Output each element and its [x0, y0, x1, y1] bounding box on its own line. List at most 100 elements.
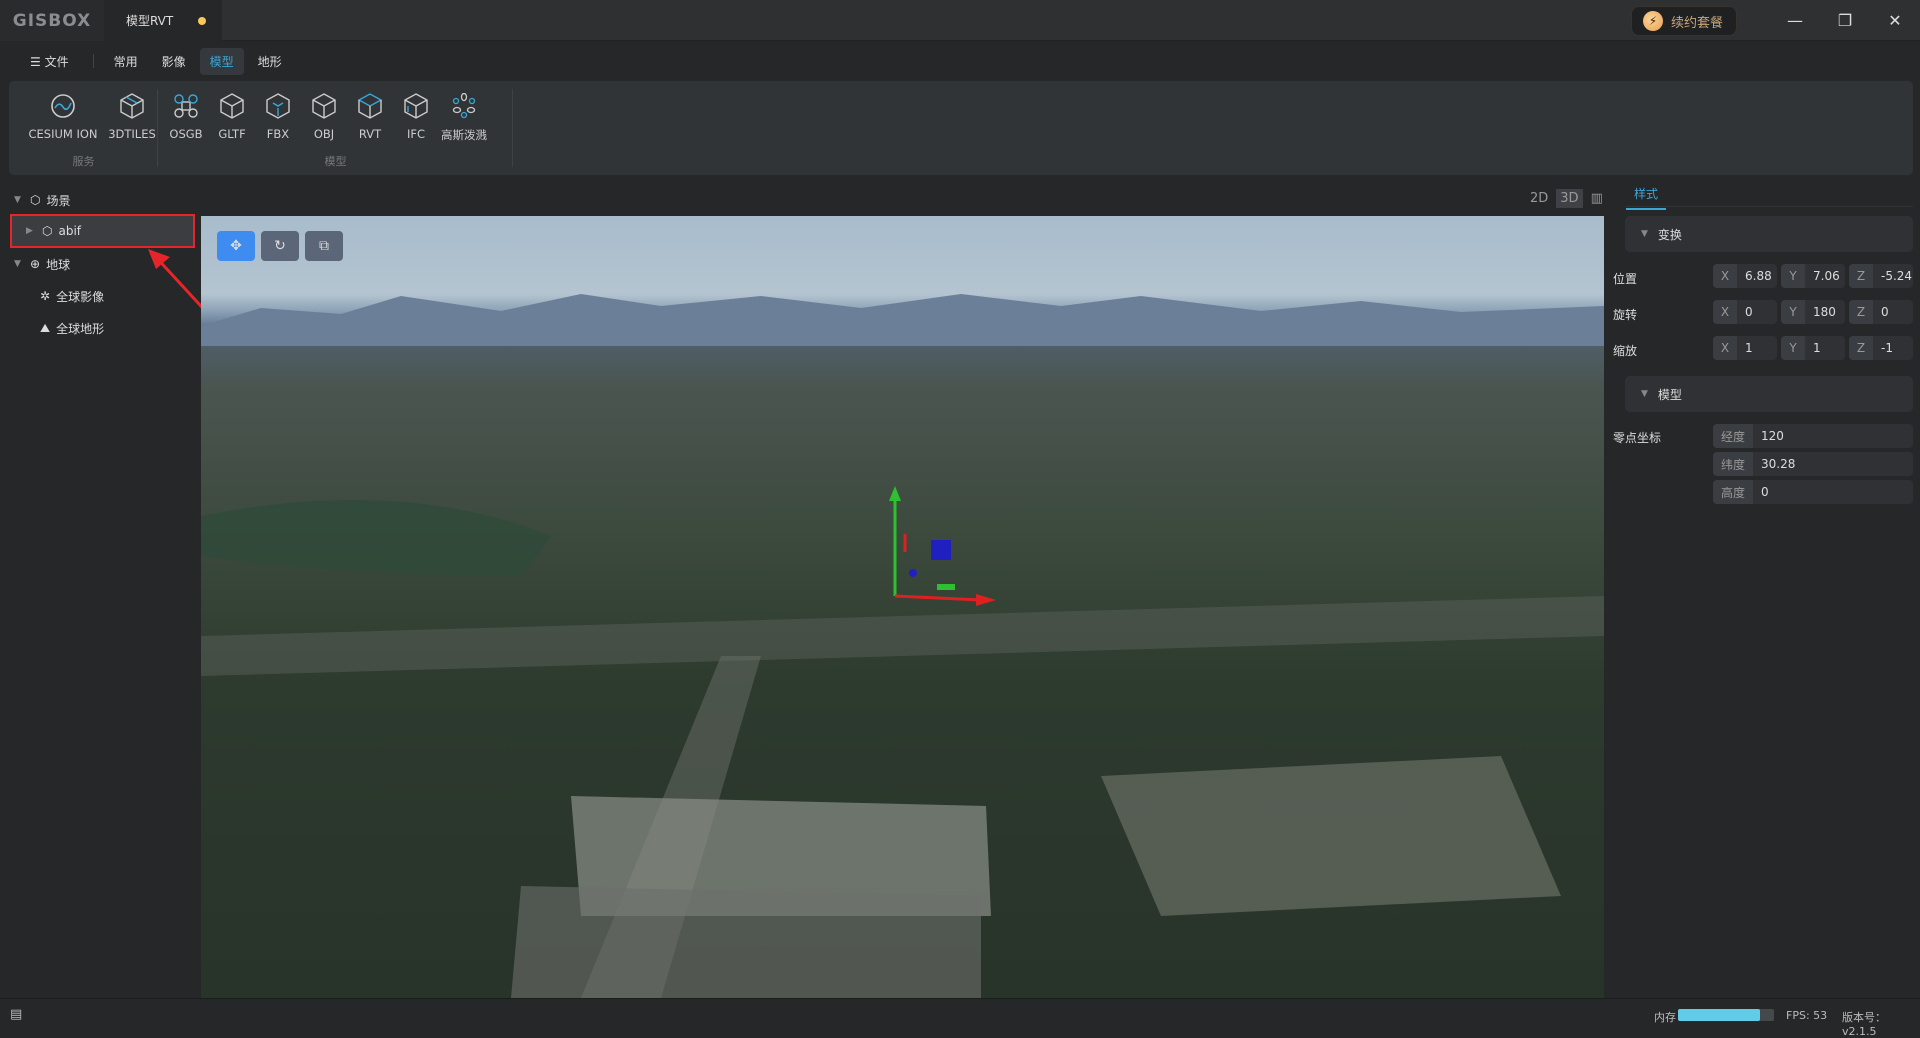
title-bar: GISBOX 模型RVT ⚡ 续约套餐 — ❐ ✕	[0, 0, 1920, 41]
move-icon: ✥	[230, 238, 242, 254]
minimize-button[interactable]: —	[1783, 8, 1807, 32]
tree-label: 场景	[46, 193, 71, 208]
hamburger-icon: ☰	[30, 54, 45, 69]
tree-label: 地球	[46, 257, 71, 272]
longitude-field[interactable]: 经度 120	[1713, 424, 1913, 448]
log-icon[interactable]: ▤	[10, 1007, 22, 1022]
latitude-field[interactable]: 纬度 30.28	[1713, 452, 1913, 476]
cube-icon: ⬡	[30, 193, 41, 207]
file-menu[interactable]: ☰ 文件	[20, 48, 79, 75]
field-value: 0	[1745, 305, 1753, 319]
tree-label: 全球地形	[56, 321, 105, 336]
scale-z-field[interactable]: Z -1	[1849, 336, 1913, 360]
section-title: 模型	[1657, 387, 1682, 402]
cube-icon	[101, 91, 163, 121]
tree-label: abif	[58, 224, 82, 238]
axis-label: X	[1713, 264, 1737, 288]
field-value: 120	[1761, 429, 1784, 443]
satellite-icon: ✲	[40, 289, 51, 303]
3dtiles-button[interactable]: 3DTILES	[101, 91, 163, 141]
axis-label: Y	[1781, 300, 1805, 324]
axis-label: X	[1713, 336, 1737, 360]
scale-y-field[interactable]: Y1	[1781, 336, 1845, 360]
button-label: 高斯泼溅	[441, 128, 487, 142]
section-model[interactable]: ▼ 模型	[1625, 376, 1913, 412]
split-view-button[interactable]: ▥	[1587, 189, 1607, 208]
tree-node-scene[interactable]: ▼ ⬡ 场景	[14, 185, 71, 215]
renew-plan-button[interactable]: ⚡ 续约套餐	[1631, 6, 1737, 36]
caret-down-icon[interactable]: ▼	[14, 195, 24, 205]
version-label: 版本号：v2.1.5	[1842, 1011, 1886, 1038]
restore-button[interactable]: ❐	[1833, 8, 1857, 32]
tab-terrain[interactable]: 地形	[248, 48, 292, 75]
tree-node-globe[interactable]: ▼ ⊕ 地球	[14, 249, 70, 279]
memory-bar	[1678, 1009, 1774, 1021]
field-key: 经度	[1713, 424, 1753, 448]
rotation-z-field[interactable]: Z0	[1849, 300, 1913, 324]
app-logo: GISBOX	[0, 0, 104, 41]
gizmo-x-axis	[894, 594, 982, 602]
tree-node-model[interactable]: ▶ ⬡ abif	[10, 214, 195, 248]
origin-label: 零点坐标	[1613, 431, 1662, 445]
scale-label: 缩放	[1613, 344, 1638, 358]
field-value: 0	[1761, 485, 1769, 499]
fps-readout: FPS: 53	[1786, 1009, 1828, 1022]
gaussian-splat-button[interactable]: 高斯泼溅	[433, 91, 495, 143]
document-tab[interactable]: 模型RVT	[104, 0, 222, 41]
field-value: 180	[1813, 305, 1836, 319]
tab-model[interactable]: 模型	[199, 47, 244, 75]
move-tool-button[interactable]: ✥	[217, 231, 255, 261]
field-key: 纬度	[1713, 452, 1753, 476]
rotation-x-field[interactable]: X0	[1713, 300, 1777, 324]
caret-down-icon: ▼	[1641, 389, 1648, 399]
rotation-y-field[interactable]: Y 180	[1781, 300, 1845, 324]
group-label-service: 服务	[72, 155, 95, 168]
tree-label: 全球影像	[56, 289, 105, 304]
memory-label: 内存	[1654, 1011, 1676, 1024]
mode-2d-button[interactable]: 2D	[1526, 189, 1552, 208]
status-bar: ▤ 内存 FPS: 53 版本号：v2.1.5	[0, 998, 1920, 1038]
position-x-field[interactable]: X 6.88	[1713, 264, 1777, 288]
position-y-field[interactable]: Y 7.06	[1781, 264, 1845, 288]
field-value: -5.24	[1881, 269, 1913, 283]
field-value: 1	[1813, 341, 1821, 355]
mountain-icon: ⛰	[40, 320, 51, 335]
tree-node-imagery[interactable]: ✲ 全球影像	[40, 281, 104, 311]
renew-label: 续约套餐	[1671, 15, 1724, 31]
unsaved-dot-icon	[198, 17, 206, 25]
memory-bar-fill	[1678, 1009, 1760, 1021]
menu-bar: ☰ 文件 常用 影像 模型 地形	[0, 41, 1920, 81]
axis-label: Y	[1781, 336, 1805, 360]
cesium-icon	[23, 91, 103, 121]
caret-down-icon[interactable]: ▼	[14, 259, 24, 269]
3d-viewport[interactable]: ✥ ↻ ⧉	[201, 216, 1604, 998]
file-label: 文件	[44, 54, 69, 69]
section-title: 变换	[1657, 227, 1682, 242]
height-field[interactable]: 高度 0	[1713, 480, 1913, 504]
position-z-field[interactable]: Z -5.24	[1849, 264, 1913, 288]
cube-icon: ⬡	[42, 224, 53, 238]
section-transform[interactable]: ▼ 变换	[1625, 216, 1913, 252]
scale-x-field[interactable]: X1	[1713, 336, 1777, 360]
field-value: 30.28	[1761, 457, 1796, 471]
mode-3d-button[interactable]: 3D	[1556, 189, 1583, 208]
close-button[interactable]: ✕	[1883, 8, 1907, 32]
terrain-scene	[201, 294, 1604, 998]
tab-common[interactable]: 常用	[104, 48, 148, 75]
cesium-ion-button[interactable]: CESIUM ION	[23, 91, 103, 141]
scale-icon: ⧉	[319, 238, 329, 254]
field-key: 高度	[1713, 480, 1753, 504]
rotate-tool-button[interactable]: ↻	[261, 231, 299, 261]
caret-right-icon[interactable]: ▶	[26, 226, 36, 236]
splat-icon	[433, 91, 495, 121]
field-value: -1	[1881, 341, 1893, 355]
field-value: 0	[1881, 305, 1889, 319]
divider	[92, 54, 94, 68]
field-value: 7.06	[1813, 269, 1840, 283]
tab-imagery[interactable]: 影像	[152, 48, 196, 75]
divider	[1626, 206, 1913, 207]
gizmo-plane-handle	[931, 540, 951, 560]
position-label: 位置	[1613, 272, 1638, 286]
scale-tool-button[interactable]: ⧉	[305, 231, 343, 261]
tree-node-terrain[interactable]: ⛰ 全球地形	[40, 313, 104, 343]
